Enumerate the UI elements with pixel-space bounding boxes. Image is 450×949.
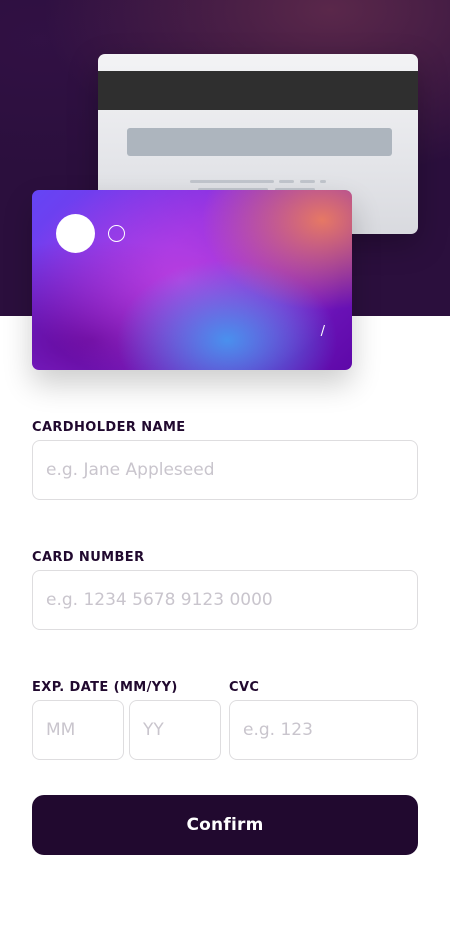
filled-circle-icon <box>56 214 95 253</box>
card-number-input[interactable] <box>32 570 418 630</box>
card-number-group: CARD NUMBER <box>32 548 418 630</box>
card-details-form: CARDHOLDER NAME CARD NUMBER EXP. DATE (M… <box>32 418 418 760</box>
card-number-label: CARD NUMBER <box>32 550 145 565</box>
card-front-exp-separator: / <box>320 324 326 339</box>
card-back-line <box>190 180 274 183</box>
cvc-input[interactable] <box>229 700 418 760</box>
cvc-group: CVC <box>229 678 418 760</box>
cardholder-name-group: CARDHOLDER NAME <box>32 418 418 500</box>
exp-month-input[interactable] <box>32 700 124 760</box>
card-back-line <box>300 180 315 183</box>
exp-date-label: EXP. DATE (MM/YY) <box>32 680 178 695</box>
magnetic-stripe <box>98 71 418 110</box>
expiry-cvc-row: EXP. DATE (MM/YY) CVC <box>32 678 418 760</box>
cvc-label: CVC <box>229 680 260 695</box>
exp-year-input[interactable] <box>129 700 221 760</box>
card-back-line <box>320 180 326 183</box>
cardholder-name-label: CARDHOLDER NAME <box>32 420 186 435</box>
confirm-button[interactable]: Confirm <box>32 795 418 855</box>
cardholder-name-input[interactable] <box>32 440 418 500</box>
exp-date-group: EXP. DATE (MM/YY) <box>32 678 221 760</box>
card-front-preview: / <box>32 190 352 370</box>
card-back-cvc-strip <box>127 128 392 156</box>
card-back-line <box>279 180 294 183</box>
outline-circle-icon <box>108 225 125 242</box>
card-front-expiry: / <box>319 324 328 339</box>
